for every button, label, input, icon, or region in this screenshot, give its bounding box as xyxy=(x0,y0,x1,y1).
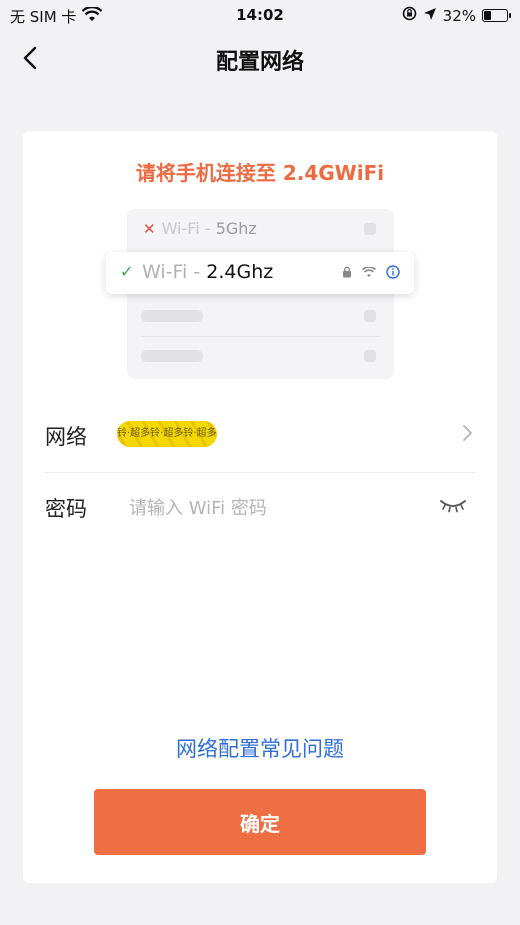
network-row[interactable]: 网络 铃·超多铃·超多铃·超多铃 xyxy=(45,401,475,471)
orientation-lock-icon xyxy=(402,6,417,25)
placeholder-square xyxy=(364,350,376,362)
eye-closed-icon[interactable] xyxy=(439,493,467,517)
wifi-5g-band: 5Ghz xyxy=(215,219,257,238)
password-input[interactable] xyxy=(127,493,411,523)
battery-percent: 32% xyxy=(442,6,476,25)
placeholder-bar xyxy=(141,310,203,322)
wifi-24g-band: 2.4Ghz xyxy=(206,261,274,283)
confirm-button[interactable]: 确定 xyxy=(94,789,426,855)
wifi-24g-prefix: Wi-Fi - xyxy=(142,261,207,283)
cross-icon: ✕ xyxy=(143,219,156,238)
config-card: 请将手机连接至 2.4GWiFi ✕ Wi-Fi - 5Ghz ✓ Wi-Fi … xyxy=(23,131,497,883)
battery-icon xyxy=(482,9,511,22)
faq-link[interactable]: 网络配置常见问题 xyxy=(23,733,497,763)
network-label: 网络 xyxy=(45,425,87,449)
network-value: 铃·超多铃·超多铃·超多铃 xyxy=(117,421,217,447)
chevron-right-icon[interactable] xyxy=(461,423,475,443)
wifi-24g-row: ✓ Wi-Fi - 2.4Ghz xyxy=(106,252,414,294)
password-label: 密码 xyxy=(45,497,87,521)
wifi-illustration: ✕ Wi-Fi - 5Ghz xyxy=(127,209,394,379)
wifi-5g-prefix: Wi-Fi - xyxy=(161,219,216,238)
instruction-text: 请将手机连接至 2.4GWiFi xyxy=(135,161,385,185)
placeholder-square xyxy=(364,223,376,235)
info-icon xyxy=(386,265,400,279)
page-title: 配置网络 xyxy=(215,50,304,75)
placeholder-square xyxy=(364,310,376,322)
check-icon: ✓ xyxy=(120,262,134,281)
status-right: 32% xyxy=(402,6,511,25)
nav-bar: 配置网络 xyxy=(0,32,520,84)
wifi-icon xyxy=(362,266,376,277)
placeholder-bar xyxy=(141,350,203,362)
placeholder-divider xyxy=(141,336,380,337)
lock-icon xyxy=(343,266,351,278)
wifi-24g-icons xyxy=(342,265,400,279)
battery-level xyxy=(484,11,491,20)
location-arrow-icon xyxy=(423,7,437,25)
password-row: 密码 xyxy=(45,473,475,543)
status-bar: 无 SIM 卡 14:02 32% xyxy=(0,0,520,30)
wifi-5g-row: ✕ Wi-Fi - 5Ghz xyxy=(143,219,257,238)
